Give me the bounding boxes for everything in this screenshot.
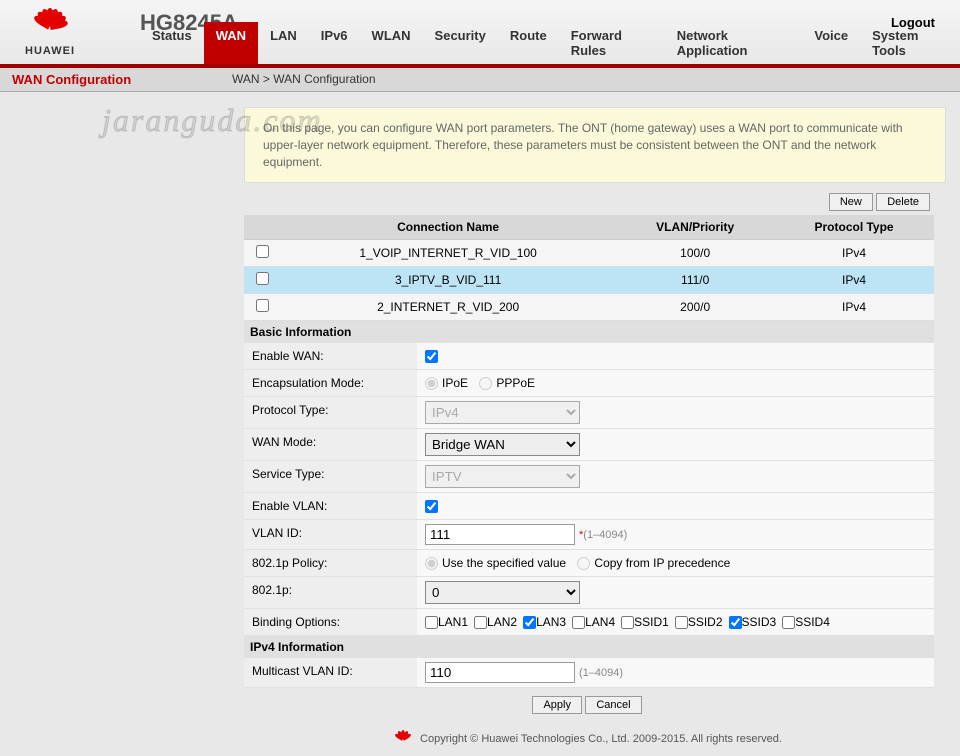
encap-pppoe-radio[interactable] xyxy=(479,377,492,390)
vlan-id-input[interactable] xyxy=(425,524,575,545)
huawei-flower-icon xyxy=(30,8,70,43)
bind-ssid4-checkbox[interactable] xyxy=(782,616,795,629)
bind-lan4-checkbox[interactable] xyxy=(572,616,585,629)
8021p-policy-label: 802.1p Policy: xyxy=(244,550,417,576)
policy-copy-radio[interactable] xyxy=(577,557,590,570)
nav-tab-wan[interactable]: WAN xyxy=(204,22,258,64)
cell-proto: IPv4 xyxy=(774,294,934,321)
cell-connection-name: 1_VOIP_INTERNET_R_VID_100 xyxy=(280,240,616,267)
encap-mode-label: Encapsulation Mode: xyxy=(244,370,417,396)
bind-ssid1-checkbox[interactable] xyxy=(621,616,634,629)
bind-lan2-checkbox[interactable] xyxy=(474,616,487,629)
footer: Copyright © Huawei Technologies Co., Ltd… xyxy=(222,722,952,756)
service-type-label: Service Type: xyxy=(244,461,417,492)
cell-connection-name: 2_INTERNET_R_VID_200 xyxy=(280,294,616,321)
info-box: On this page, you can configure WAN port… xyxy=(244,107,946,183)
nav-tab-status[interactable]: Status xyxy=(140,22,204,64)
8021p-label: 802.1p: xyxy=(244,577,417,608)
sub-header: WAN Configuration WAN > WAN Configuratio… xyxy=(0,68,960,92)
brand-logo: HUAWEI xyxy=(10,2,90,62)
delete-button[interactable]: Delete xyxy=(876,193,930,211)
enable-wan-checkbox[interactable] xyxy=(425,350,438,363)
service-type-select[interactable]: IPTV xyxy=(425,465,580,488)
nav-tab-forward-rules[interactable]: Forward Rules xyxy=(559,22,665,64)
action-row: Apply Cancel xyxy=(222,688,952,722)
copyright-text: Copyright © Huawei Technologies Co., Ltd… xyxy=(420,733,782,745)
nav-tab-lan[interactable]: LAN xyxy=(258,22,309,64)
toolbar: New Delete xyxy=(222,191,952,215)
bind-lan1-checkbox[interactable] xyxy=(425,616,438,629)
ipv4-info-header: IPv4 Information xyxy=(244,636,934,658)
table-row[interactable]: 1_VOIP_INTERNET_R_VID_100100/0IPv4 xyxy=(244,240,934,267)
connection-table: Connection Name VLAN/Priority Protocol T… xyxy=(244,215,934,321)
col-protocol-type: Protocol Type xyxy=(774,215,934,240)
cancel-button[interactable]: Cancel xyxy=(585,696,641,714)
col-vlan-priority: VLAN/Priority xyxy=(616,215,774,240)
bind-ssid3-checkbox[interactable] xyxy=(729,616,742,629)
multicast-vlan-input[interactable] xyxy=(425,662,575,683)
multicast-vlan-label: Multicast VLAN ID: xyxy=(244,658,417,687)
cell-vlan: 111/0 xyxy=(616,267,774,294)
protocol-type-select[interactable]: IPv4 xyxy=(425,401,580,424)
enable-vlan-label: Enable VLAN: xyxy=(244,493,417,519)
basic-info-section: Basic Information Enable WAN: Encapsulat… xyxy=(244,321,934,688)
header: HUAWEI HG8245A Logout StatusWANLANIPv6WL… xyxy=(0,0,960,68)
cell-vlan: 100/0 xyxy=(616,240,774,267)
row-checkbox[interactable] xyxy=(256,245,269,258)
enable-wan-label: Enable WAN: xyxy=(244,343,417,369)
col-connection-name: Connection Name xyxy=(280,215,616,240)
cell-proto: IPv4 xyxy=(774,267,934,294)
cell-proto: IPv4 xyxy=(774,240,934,267)
nav-tab-voice[interactable]: Voice xyxy=(802,22,860,64)
protocol-type-label: Protocol Type: xyxy=(244,397,417,428)
nav-tab-wlan[interactable]: WLAN xyxy=(360,22,423,64)
bind-lan3-checkbox[interactable] xyxy=(523,616,536,629)
cell-connection-name: 3_IPTV_B_VID_111 xyxy=(280,267,616,294)
nav-bar: StatusWANLANIPv6WLANSecurityRouteForward… xyxy=(140,22,960,64)
binding-options-label: Binding Options: xyxy=(244,609,417,635)
breadcrumb: WAN > WAN Configuration xyxy=(232,72,376,86)
table-row[interactable]: 3_IPTV_B_VID_111111/0IPv4 xyxy=(244,267,934,294)
brand-text: HUAWEI xyxy=(25,45,75,57)
8021p-select[interactable]: 0 xyxy=(425,581,580,604)
nav-tab-network-application[interactable]: Network Application xyxy=(665,22,803,64)
wan-mode-label: WAN Mode: xyxy=(244,429,417,460)
basic-info-header: Basic Information xyxy=(244,321,934,343)
row-checkbox[interactable] xyxy=(256,299,269,312)
apply-button[interactable]: Apply xyxy=(532,696,582,714)
table-row[interactable]: 2_INTERNET_R_VID_200200/0IPv4 xyxy=(244,294,934,321)
sidebar xyxy=(0,92,222,756)
nav-tab-route[interactable]: Route xyxy=(498,22,559,64)
enable-vlan-checkbox[interactable] xyxy=(425,500,438,513)
wan-mode-select[interactable]: Bridge WAN xyxy=(425,433,580,456)
nav-tab-system-tools[interactable]: System Tools xyxy=(860,22,960,64)
cell-vlan: 200/0 xyxy=(616,294,774,321)
sidebar-title[interactable]: WAN Configuration xyxy=(12,72,131,87)
row-checkbox[interactable] xyxy=(256,272,269,285)
nav-tab-ipv6[interactable]: IPv6 xyxy=(309,22,360,64)
content-area: jaranguda.com On this page, you can conf… xyxy=(222,92,960,756)
huawei-mini-icon xyxy=(392,730,414,748)
policy-specified-radio[interactable] xyxy=(425,557,438,570)
vlan-id-label: VLAN ID: xyxy=(244,520,417,549)
nav-tab-security[interactable]: Security xyxy=(423,22,498,64)
new-button[interactable]: New xyxy=(829,193,873,211)
encap-ipoe-radio[interactable] xyxy=(425,377,438,390)
bind-ssid2-checkbox[interactable] xyxy=(675,616,688,629)
